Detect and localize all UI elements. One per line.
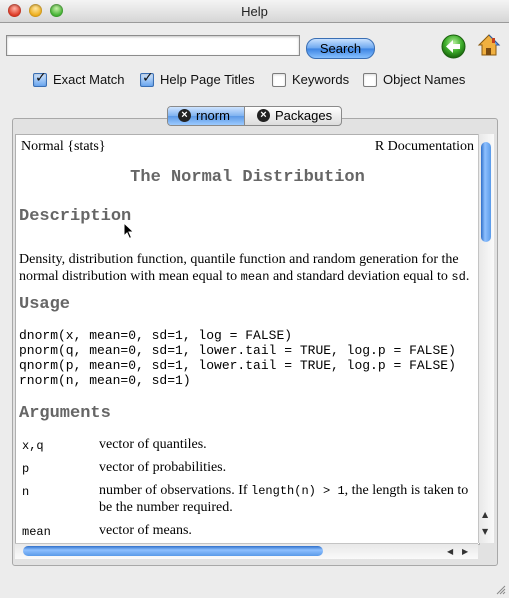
description-text: normal distribution with mean equal to [19, 269, 241, 284]
tab-rnorm[interactable]: × rnorm [168, 107, 245, 125]
argument-desc-text: , the length is taken to [344, 483, 469, 498]
object-names-label: Object Names [383, 72, 466, 87]
usage-line: pnorm(q, mean=0, sd=1, lower.tail = TRUE… [19, 343, 456, 358]
exact-match-label: Exact Match [53, 72, 125, 87]
search-input[interactable] [6, 35, 300, 56]
description-text: and standard deviation equal to [269, 269, 452, 284]
help-page-titles-checkbox[interactable] [140, 70, 154, 87]
argument-name: x,q [22, 439, 44, 453]
usage-heading: Usage [19, 295, 71, 314]
doc-title: The Normal Distribution [130, 168, 365, 187]
scroll-down-arrow-icon[interactable]: ▼ [482, 527, 488, 536]
close-tab-icon[interactable]: × [178, 109, 191, 122]
vertical-scrollbar[interactable]: ▲ ▼ [478, 134, 494, 543]
horizontal-scroll-thumb[interactable] [23, 546, 323, 556]
exact-match-checkbox[interactable] [33, 70, 47, 87]
mouse-pointer-icon [123, 222, 135, 240]
scroll-up-arrow-icon[interactable]: ▲ [482, 510, 488, 519]
argument-desc-line-2: be the number required. [99, 500, 233, 515]
window-title: Help [241, 4, 268, 19]
usage-line: dnorm(x, mean=0, sd=1, log = FALSE) [19, 328, 293, 343]
description-code-sd: sd [451, 270, 466, 284]
home-icon[interactable] [476, 32, 502, 58]
tab-packages-label: Packages [275, 108, 333, 123]
description-text: . [465, 269, 470, 284]
tab-packages[interactable]: × Packages [245, 107, 341, 125]
title-bar: Help [0, 0, 509, 23]
argument-desc: vector of quantiles. [99, 437, 207, 452]
usage-line: qnorm(p, mean=0, sd=1, lower.tail = TRUE… [19, 358, 456, 373]
doc-header-right: R Documentation [374, 139, 474, 154]
description-heading: Description [19, 207, 132, 226]
argument-desc-code: length(n) > 1 [251, 484, 345, 498]
help-document: Normal {stats} R Documentation The Norma… [15, 134, 480, 545]
argument-name: n [22, 485, 30, 499]
keywords-label: Keywords [292, 72, 350, 87]
arguments-heading: Arguments [19, 404, 111, 423]
scroll-right-arrow-icon[interactable]: ▶ [462, 547, 468, 556]
doc-header-package: Normal {stats} [21, 139, 106, 154]
object-names-checkbox[interactable] [363, 73, 377, 87]
scroll-left-arrow-icon[interactable]: ◀ [447, 547, 453, 556]
keywords-checkbox[interactable] [272, 73, 286, 87]
horizontal-scrollbar[interactable]: ◀ ▶ [15, 543, 478, 559]
description-code-mean: mean [240, 270, 270, 284]
argument-desc: vector of means. [99, 523, 192, 538]
tab-bar: × rnorm × Packages [167, 106, 342, 126]
vertical-scroll-thumb[interactable] [481, 142, 491, 242]
usage-line: rnorm(n, mean=0, sd=1) [19, 373, 191, 388]
description-line-2: normal distribution with mean equal to m… [19, 269, 469, 285]
argument-desc: number of observations. If length(n) > 1… [99, 483, 468, 499]
tab-rnorm-label: rnorm [196, 108, 230, 123]
argument-desc-text: number of observations. If [99, 483, 252, 498]
description-line-1: Density, distribution function, quantile… [19, 252, 459, 267]
argument-name: mean [22, 525, 51, 539]
back-arrow-icon[interactable] [441, 34, 466, 59]
search-button[interactable]: Search [306, 38, 375, 59]
help-page-titles-label: Help Page Titles [160, 72, 255, 87]
argument-desc: vector of probabilities. [99, 460, 227, 475]
argument-name: p [22, 462, 30, 476]
close-tab-icon[interactable]: × [257, 109, 270, 122]
resize-grip-icon[interactable] [494, 583, 506, 595]
